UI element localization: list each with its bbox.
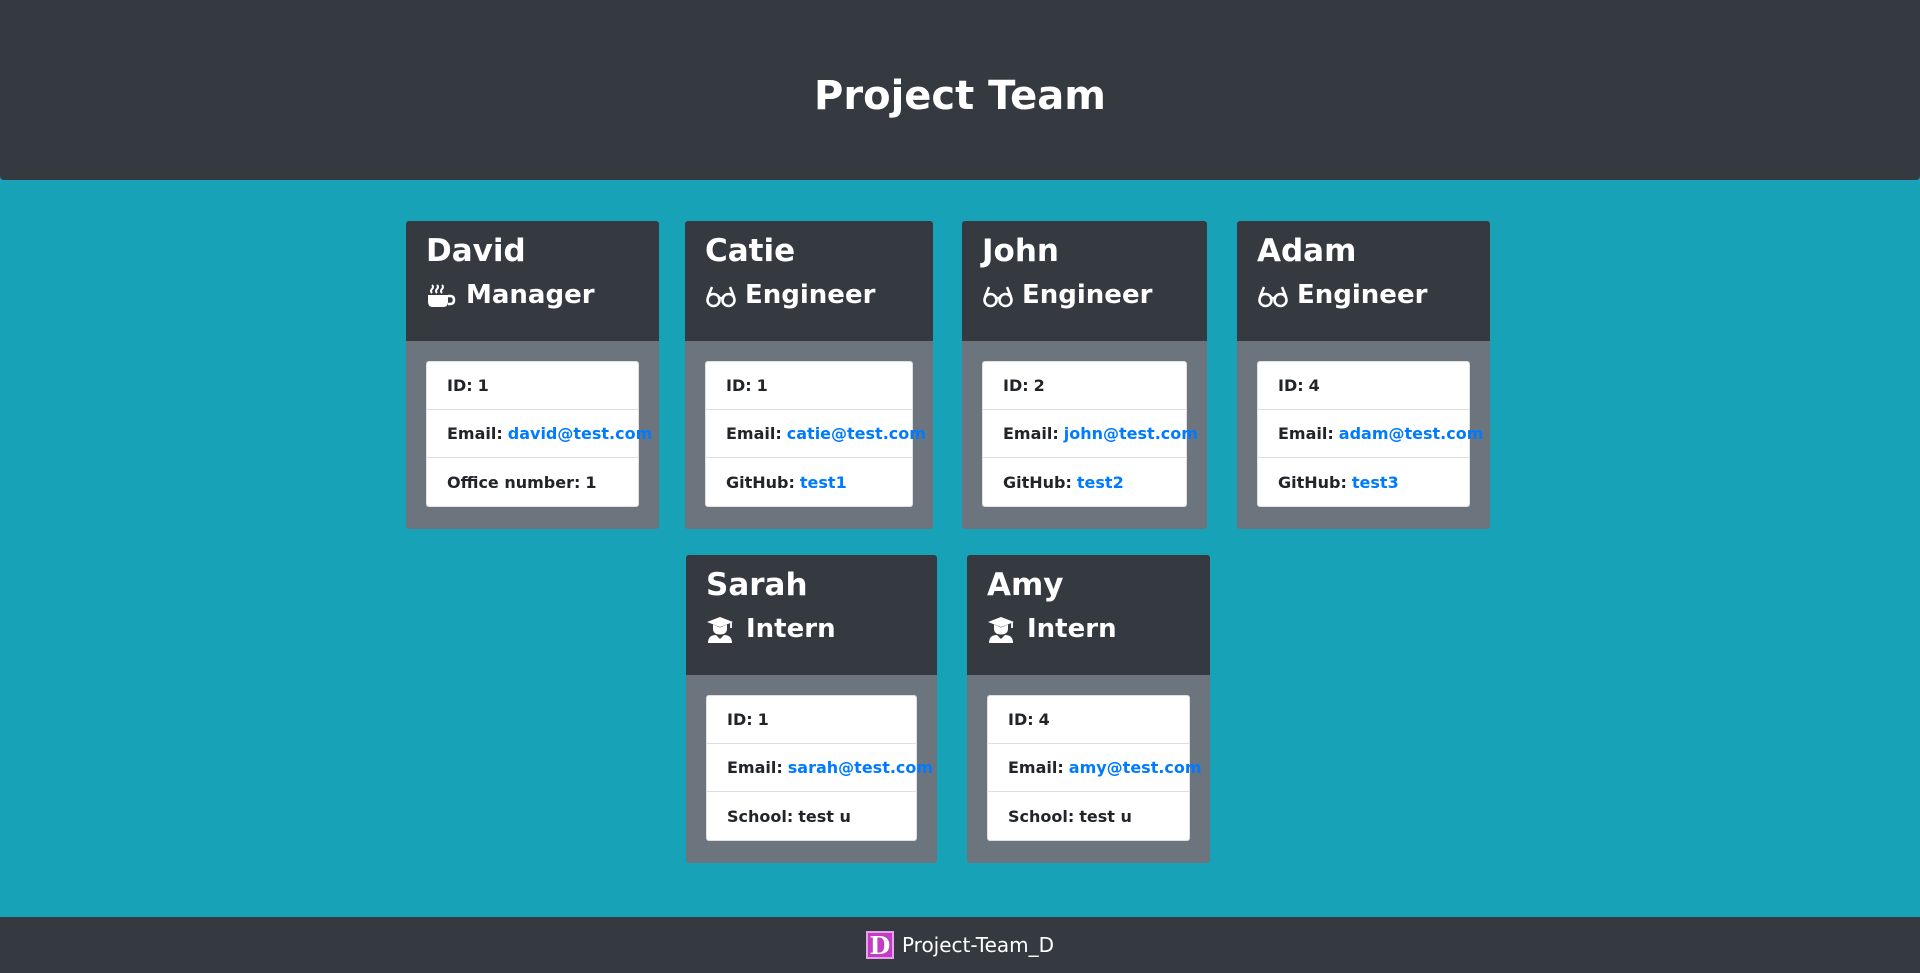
employee-card-amy: Amy Intern ID: 4 Email: amy@test.com Schoo… (967, 555, 1210, 863)
graduate-icon (987, 616, 1019, 643)
github-link[interactable]: test2 (1077, 473, 1124, 492)
email-row: Email: amy@test.com (988, 744, 1202, 792)
id-row: ID: 1 (706, 362, 912, 410)
github-link[interactable]: test3 (1352, 473, 1399, 492)
role-label: Intern (746, 614, 836, 645)
page-header: Project Team (0, 0, 1920, 180)
card-header: Catie Engineer (685, 221, 933, 341)
email-link[interactable]: adam@test.com (1339, 424, 1484, 443)
page-title: Project Team (814, 73, 1106, 119)
card-header: David Manager (406, 221, 659, 341)
github-link[interactable]: test1 (800, 473, 847, 492)
email-row: Email: david@test.com (427, 410, 652, 458)
coffee-icon (426, 283, 458, 309)
id-value: 1 (757, 710, 769, 729)
employee-card-sarah: Sarah Intern ID: 1 Email: sarah@test.com S… (686, 555, 937, 863)
id-row: ID: 4 (1258, 362, 1469, 410)
email-row: Email: john@test.com (983, 410, 1198, 458)
card-header: Adam Engineer (1237, 221, 1490, 341)
employee-role: Intern (987, 614, 1190, 645)
employee-name: Amy (987, 567, 1064, 603)
id-row: ID: 1 (707, 696, 916, 744)
card-header: Sarah Intern (686, 555, 937, 675)
employee-role: Manager (426, 280, 639, 311)
glasses-icon (1257, 283, 1289, 309)
email-link[interactable]: david@test.com (508, 424, 653, 443)
email-link[interactable]: amy@test.com (1069, 758, 1202, 777)
employee-card-adam: Adam Engineer ID: 4 Email: adam@test.com G… (1237, 221, 1490, 529)
id-row: ID: 2 (983, 362, 1186, 410)
employee-role: Engineer (982, 280, 1187, 311)
employee-role: Engineer (1257, 280, 1470, 311)
role-label: Engineer (745, 280, 876, 311)
card-header: John Engineer (962, 221, 1207, 341)
employee-details: ID: 1 Email: catie@test.com GitHub: test1 (705, 361, 926, 507)
employee-card-catie: Catie Engineer ID: 1 Email: catie@test.com… (685, 221, 933, 529)
email-link[interactable]: john@test.com (1064, 424, 1198, 443)
id-value: 1 (756, 376, 768, 395)
role-label: Intern (1027, 614, 1117, 645)
role-label: Engineer (1297, 280, 1428, 311)
id-value: 2 (1033, 376, 1045, 395)
employee-name: Catie (705, 233, 796, 269)
employee-name: David (426, 233, 526, 269)
github-row: GitHub: test2 (1003, 472, 1124, 492)
employee-details: ID: 4 Email: amy@test.com School: test u (987, 695, 1202, 841)
employee-role: Intern (706, 614, 917, 645)
email-row: Email: sarah@test.com (707, 744, 933, 792)
employee-role: Engineer (705, 280, 913, 311)
employee-details: ID: 1 Email: sarah@test.com School: test u (706, 695, 933, 841)
glasses-icon (982, 283, 1014, 309)
email-row: Email: adam@test.com (1258, 410, 1483, 458)
brand-logo-icon: D (865, 931, 894, 960)
employee-card-john: John Engineer ID: 2 Email: john@test.com G… (962, 221, 1207, 529)
employee-details: ID: 2 Email: john@test.com GitHub: test2 (982, 361, 1198, 507)
employee-name: Sarah (706, 567, 808, 603)
email-row: Email: catie@test.com (706, 410, 926, 458)
employee-card-david: David Manager ID: 1 Email: david@test.com … (406, 221, 659, 529)
role-label: Manager (466, 280, 595, 311)
employee-details: ID: 4 Email: adam@test.com GitHub: test3 (1257, 361, 1483, 507)
github-row: GitHub: test3 (1278, 472, 1399, 492)
employee-name: John (982, 233, 1059, 269)
employee-name: Adam (1257, 233, 1357, 269)
school-value: test u (798, 806, 851, 826)
school-value: test u (1079, 806, 1132, 826)
email-link[interactable]: sarah@test.com (788, 758, 933, 777)
card-header: Amy Intern (967, 555, 1210, 675)
glasses-icon (705, 283, 737, 309)
id-row: ID: 1 (427, 362, 638, 410)
school-row: School: test u (1008, 806, 1132, 826)
id-row: ID: 4 (988, 696, 1189, 744)
office-number-row: Office number: 1 (447, 472, 597, 492)
school-row: School: test u (727, 806, 851, 826)
employee-details: ID: 1 Email: david@test.com Office number:… (426, 361, 652, 507)
role-label: Engineer (1022, 280, 1153, 311)
footer-brand: Project-Team_D (901, 933, 1055, 957)
id-value: 4 (1308, 376, 1320, 395)
email-link[interactable]: catie@test.com (787, 424, 926, 443)
graduate-icon (706, 616, 738, 643)
github-row: GitHub: test1 (726, 472, 847, 492)
office-number-value: 1 (585, 472, 597, 492)
id-value: 1 (477, 376, 489, 395)
id-value: 4 (1038, 710, 1050, 729)
page-footer: D Project-Team_D (0, 917, 1920, 973)
